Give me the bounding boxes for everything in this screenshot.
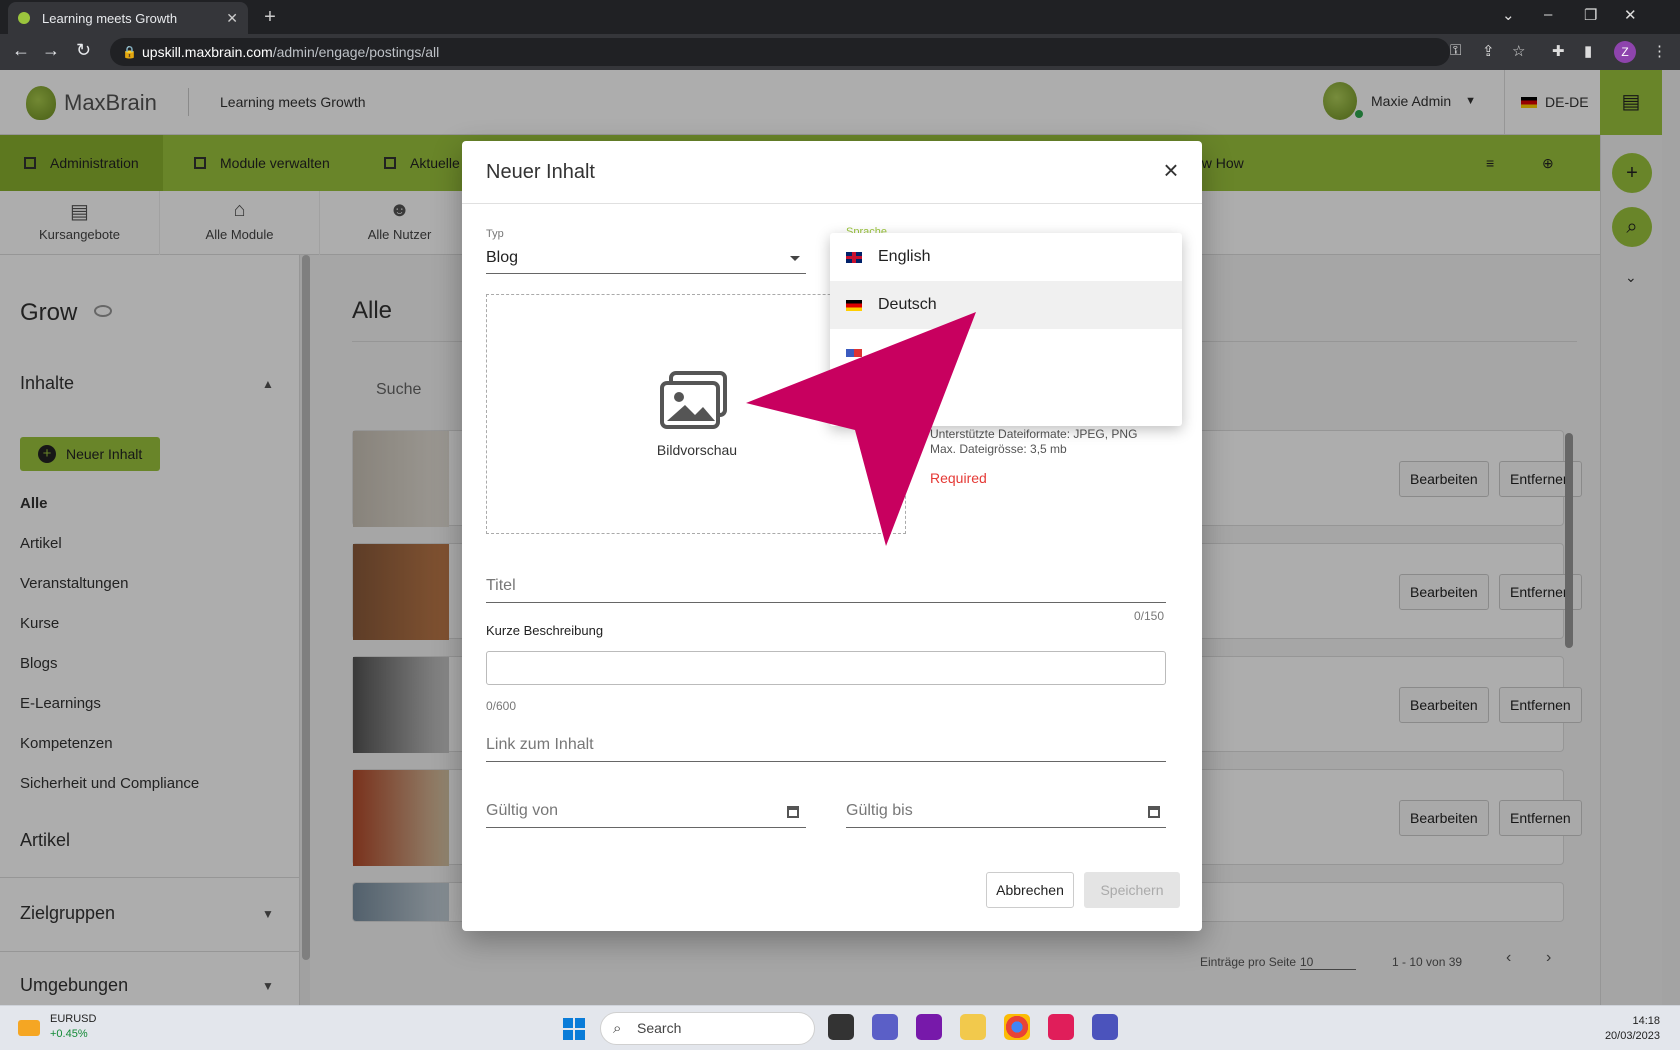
search-icon: ⌕ bbox=[613, 1020, 622, 1037]
valid-to-underline bbox=[846, 827, 1166, 828]
type-select[interactable]: Blog bbox=[486, 249, 518, 267]
dialog-header: Neuer Inhalt × bbox=[462, 141, 1202, 204]
uk-flag-icon bbox=[846, 251, 862, 263]
image-icon bbox=[660, 371, 727, 429]
type-label: Typ bbox=[486, 228, 504, 240]
chart-icon bbox=[18, 1020, 40, 1036]
windows-start-icon[interactable] bbox=[563, 1018, 585, 1040]
browser-tabbar: Learning meets Growth ✕ + ⌄ – ❐ ✕ bbox=[0, 0, 1680, 34]
format-hint: Unterstützte Dateiformate: JPEG, PNG bbox=[930, 427, 1138, 441]
file-explorer-icon[interactable] bbox=[960, 1014, 986, 1040]
clock-time: 14:18 bbox=[1632, 1015, 1660, 1027]
option-partial[interactable] bbox=[830, 329, 1182, 377]
dropdown-arrow-icon[interactable] bbox=[790, 256, 800, 261]
new-tab-button[interactable]: + bbox=[258, 6, 282, 30]
short-desc-counter: 0/600 bbox=[486, 699, 517, 713]
restore-icon[interactable]: ❐ bbox=[1584, 6, 1597, 24]
option-label: Deutsch bbox=[878, 296, 937, 313]
onenote-icon[interactable] bbox=[916, 1014, 942, 1040]
forward-icon[interactable]: → bbox=[42, 40, 60, 61]
close-window-icon[interactable]: ✕ bbox=[1624, 6, 1637, 24]
browser-tab[interactable]: Learning meets Growth ✕ bbox=[8, 2, 248, 34]
profile-avatar[interactable]: Z bbox=[1614, 41, 1636, 63]
ticker-change: +0.45% bbox=[50, 1028, 88, 1040]
close-icon[interactable]: × bbox=[1156, 155, 1186, 185]
slack-icon[interactable] bbox=[1048, 1014, 1074, 1040]
favicon-icon bbox=[18, 12, 30, 24]
tab-title: Learning meets Growth bbox=[42, 10, 178, 26]
address-bar[interactable]: 🔒 upskill.maxbrain.com/admin/engage/post… bbox=[110, 38, 1450, 66]
calendar-icon[interactable] bbox=[1148, 806, 1160, 818]
short-desc-label: Kurze Beschreibung bbox=[486, 623, 604, 638]
browser-toolbar: ← → ↻ 🔒 upskill.maxbrain.com/admin/engag… bbox=[0, 34, 1680, 70]
title-input[interactable]: Titel bbox=[486, 577, 516, 595]
title-underline bbox=[486, 602, 1166, 603]
minimize-icon[interactable]: – bbox=[1544, 6, 1552, 23]
share-icon[interactable]: ⇪ bbox=[1482, 42, 1495, 60]
bookmark-star-icon[interactable]: ☆ bbox=[1512, 42, 1525, 60]
chrome-icon[interactable] bbox=[1004, 1014, 1030, 1040]
teams-chat-icon[interactable] bbox=[872, 1014, 898, 1040]
teams-icon[interactable] bbox=[1092, 1014, 1118, 1040]
tab-search-icon[interactable]: ⌄ bbox=[1502, 6, 1515, 24]
taskbar-search[interactable]: ⌕ Search bbox=[600, 1012, 815, 1045]
lock-icon: 🔒 bbox=[122, 45, 137, 59]
title-counter: 0/150 bbox=[1134, 609, 1165, 623]
taskbar: EURUSD +0.45% ⌕ Search 14:18 20/03/2023 bbox=[0, 1005, 1680, 1050]
option-label: English bbox=[878, 248, 931, 265]
size-hint: Max. Dateigrösse: 3,5 mb bbox=[930, 442, 1067, 456]
required-error: Required bbox=[930, 470, 987, 486]
valid-from-underline bbox=[486, 827, 806, 828]
url-host: upskill.maxbrain.com bbox=[142, 44, 273, 60]
valid-from-input[interactable]: Gültig von bbox=[486, 802, 558, 820]
type-underline bbox=[486, 273, 806, 274]
menu-kebab-icon[interactable]: ⋮ bbox=[1652, 42, 1667, 60]
language-dropdown: English Deutsch bbox=[830, 233, 1182, 426]
option-deutsch[interactable]: Deutsch bbox=[830, 281, 1182, 329]
task-view-icon[interactable] bbox=[828, 1014, 854, 1040]
sidepanel-icon[interactable]: ▮ bbox=[1584, 42, 1592, 60]
valid-to-input[interactable]: Gültig bis bbox=[846, 802, 913, 820]
clock-date: 20/03/2023 bbox=[1604, 1030, 1660, 1042]
close-tab-icon[interactable]: ✕ bbox=[226, 10, 238, 27]
short-desc-input[interactable] bbox=[486, 651, 1166, 685]
link-input[interactable]: Link zum Inhalt bbox=[486, 736, 594, 754]
german-flag-icon bbox=[846, 299, 862, 311]
url-path: /admin/engage/postings/all bbox=[272, 44, 440, 60]
system-clock[interactable]: 14:18 20/03/2023 bbox=[1594, 1014, 1660, 1044]
link-underline bbox=[486, 761, 1166, 762]
image-preview-label: Bildvorschau bbox=[656, 442, 738, 458]
search-label: Search bbox=[637, 1020, 682, 1036]
cancel-button[interactable]: Abbrechen bbox=[986, 872, 1074, 908]
ticker-symbol: EURUSD bbox=[50, 1013, 97, 1025]
dialog-title: Neuer Inhalt bbox=[486, 161, 595, 183]
back-icon[interactable]: ← bbox=[12, 40, 30, 61]
calendar-icon[interactable] bbox=[787, 806, 799, 818]
stock-widget[interactable]: EURUSD +0.45% bbox=[18, 1012, 96, 1042]
save-button[interactable]: Speichern bbox=[1084, 872, 1180, 908]
flag-icon bbox=[846, 349, 862, 357]
option-english[interactable]: English bbox=[830, 233, 1182, 281]
key-icon[interactable]: ⚿ bbox=[1450, 42, 1461, 59]
extensions-icon[interactable]: ✚ bbox=[1552, 42, 1565, 60]
reload-icon[interactable]: ↻ bbox=[76, 40, 91, 61]
